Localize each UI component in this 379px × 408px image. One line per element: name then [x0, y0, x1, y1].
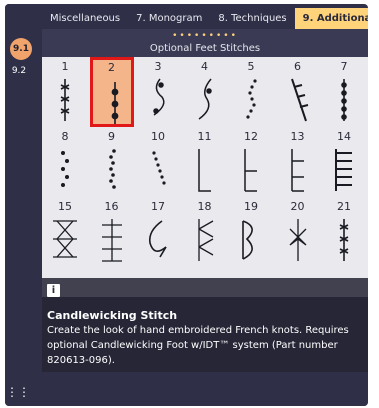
stitch-19[interactable]: 19 — [229, 197, 273, 267]
stitch-number: 14 — [337, 130, 351, 143]
stitch-number: 10 — [151, 130, 165, 143]
info-description: Create the look of hand embroidered Fren… — [47, 325, 349, 366]
stitch-15[interactable]: 15 — [43, 197, 87, 267]
stitch-number: 17 — [151, 200, 165, 213]
stitch-icon — [246, 79, 257, 119]
stitch-icon — [335, 149, 352, 191]
stitch-number: 9 — [108, 130, 115, 143]
stitch-13[interactable]: 13 — [276, 127, 320, 197]
tab-bar: Miscellaneous 7. Monogram 8. Techniques … — [42, 8, 368, 29]
stitch-number: 11 — [197, 130, 212, 143]
stitch-icon — [341, 79, 347, 121]
sidebar: 9.1 9.2 ⋮⋮ — [5, 4, 35, 406]
sidebar-badge-active[interactable]: 9.1 — [10, 38, 32, 60]
stitch-grid: 1 2 3 4 5 6 7 8 9 10 11 12 13 14 15 16 17 18 19 20 21 — [42, 57, 368, 297]
stitch-number: 3 — [154, 60, 162, 73]
stitch-18[interactable]: 18 — [183, 197, 227, 267]
menu-dots-icon[interactable]: ⋮⋮ — [5, 385, 31, 399]
stitch-number: 13 — [290, 130, 305, 143]
stitch-4[interactable]: 4 — [183, 57, 227, 127]
stitch-icon — [153, 78, 165, 116]
stitch-icon — [152, 151, 166, 185]
stitch-number: 12 — [244, 130, 258, 143]
stitch-12[interactable]: 12 — [229, 127, 273, 197]
stitch-icon — [148, 220, 167, 258]
stitch-number: 8 — [61, 130, 69, 143]
category-header: ••••••••• Optional Feet Stitches — [42, 29, 368, 57]
stitch-8[interactable]: 8 — [43, 127, 87, 197]
stitch-14[interactable]: 14 — [322, 127, 366, 197]
stitch-5[interactable]: 5 — [229, 57, 273, 127]
stitch-number: 21 — [337, 200, 351, 213]
tab-techniques[interactable]: 8. Techniques — [210, 8, 294, 29]
stitch-20[interactable]: 20 — [276, 197, 320, 267]
stitch-number: 6 — [294, 60, 301, 73]
stitch-number: 4 — [201, 60, 208, 73]
stitch-7[interactable]: 7 — [322, 57, 366, 127]
machine-screen: 9.1 9.2 ⋮⋮ Miscellaneous 7. Monogram 8. … — [0, 0, 379, 408]
stitch-3[interactable]: 3 — [136, 57, 180, 127]
stitch-icon — [197, 149, 211, 192]
stitch-icon — [101, 219, 122, 262]
stitch-11[interactable]: 11 — [183, 127, 227, 197]
stitch-number: 7 — [340, 60, 348, 73]
tab-miscellaneous[interactable]: Miscellaneous — [42, 8, 128, 29]
stitch-6[interactable]: 6 — [276, 57, 320, 127]
stitch-icon — [53, 220, 77, 258]
info-title: Candlewicking Stitch — [47, 309, 178, 322]
info-panel: i Candlewicking Stitch Create the look o… — [42, 278, 368, 372]
stitch-icon — [242, 220, 253, 260]
stitch-icon — [111, 82, 118, 124]
stitch-number: 1 — [61, 60, 69, 73]
stitch-1[interactable]: 1 — [43, 57, 87, 127]
stitch-number: 20 — [290, 200, 305, 213]
stitch-9[interactable]: 9 — [90, 127, 134, 197]
tab-monogram[interactable]: 7. Monogram — [128, 8, 210, 29]
stitch-number: 15 — [58, 200, 72, 213]
stitch-2[interactable]: 2 — [89, 57, 134, 127]
stitch-number: 18 — [197, 200, 212, 213]
bottom-bar — [42, 372, 368, 406]
stitch-icon — [290, 149, 304, 192]
page-indicator-dots: ••••••••• — [172, 31, 238, 41]
stitch-icon — [198, 78, 212, 120]
stitch-number: 16 — [104, 200, 119, 213]
stitch-icon — [108, 149, 116, 189]
stitch-icon — [61, 151, 69, 187]
stitch-21[interactable]: 21 — [322, 197, 366, 267]
stitch-icon — [339, 219, 349, 261]
stitch-icon — [290, 78, 308, 122]
stitch-icon — [60, 79, 70, 121]
stitch-icon — [244, 149, 257, 192]
stitch-16[interactable]: 16 — [90, 197, 134, 267]
stitch-number: 19 — [244, 200, 258, 213]
stitch-17[interactable]: 17 — [136, 197, 180, 267]
screen-frame: 9.1 9.2 ⋮⋮ Miscellaneous 7. Monogram 8. … — [5, 4, 368, 406]
stitch-icon — [197, 219, 213, 261]
stitch-number: 5 — [247, 60, 255, 73]
stitch-number: 2 — [108, 61, 115, 74]
sidebar-item-9-2[interactable]: 9.2 — [5, 66, 33, 76]
tab-additional[interactable]: 9. Additional — [294, 8, 368, 29]
stitch-10[interactable]: 10 — [136, 127, 180, 197]
stitch-icon — [289, 219, 306, 261]
category-title: Optional Feet Stitches — [149, 43, 261, 54]
info-icon: i — [47, 284, 60, 297]
